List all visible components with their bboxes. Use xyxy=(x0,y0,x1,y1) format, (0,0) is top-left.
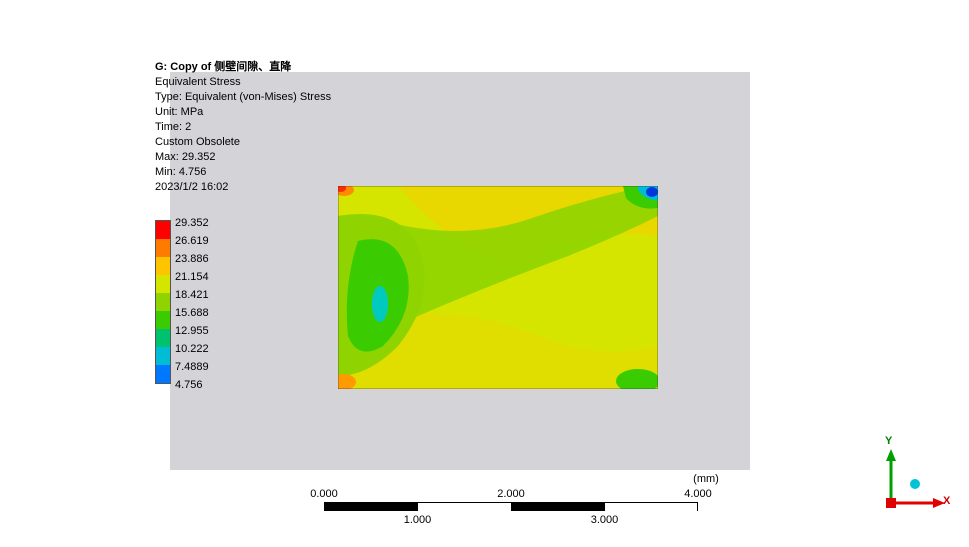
scale-seg xyxy=(605,503,698,511)
scale-axis xyxy=(324,502,698,512)
legend-seg-6 xyxy=(156,329,170,347)
scale-tick-4: 4.000 xyxy=(684,488,712,500)
legend-val-4: 18.421 xyxy=(175,286,209,304)
scale-unit: (mm) xyxy=(693,473,719,485)
color-legend: 29.352 26.619 23.886 21.154 18.421 15.68… xyxy=(155,220,171,384)
scale-bar: 0.000 2.000 4.000 (mm) 1.000 3.000 xyxy=(324,488,698,528)
orientation-triad[interactable]: Y X xyxy=(871,441,951,521)
stress-contour-plot[interactable] xyxy=(338,186,658,389)
result-info-block: G: Copy of 侧壁间隙、直降 Equivalent Stress Typ… xyxy=(155,60,331,195)
legend-seg-2 xyxy=(156,257,170,275)
scale-tick-1: 1.000 xyxy=(404,514,432,526)
result-type: Type: Equivalent (von-Mises) Stress xyxy=(155,90,331,105)
legend-val-0: 29.352 xyxy=(175,214,209,232)
analysis-title: G: Copy of 侧壁间隙、直降 xyxy=(155,60,331,75)
legend-seg-7 xyxy=(156,347,170,365)
scale-tick-0: 0.000 xyxy=(310,488,338,500)
legend-val-8: 7.4889 xyxy=(175,358,209,376)
legend-seg-8 xyxy=(156,365,170,383)
legend-val-3: 21.154 xyxy=(175,268,209,286)
legend-bar xyxy=(155,220,171,384)
triad-y-label: Y xyxy=(885,435,892,447)
result-time: Time: 2 xyxy=(155,120,331,135)
legend-labels: 29.352 26.619 23.886 21.154 18.421 15.68… xyxy=(175,214,209,394)
result-custom: Custom Obsolete xyxy=(155,135,331,150)
legend-val-2: 23.886 xyxy=(175,250,209,268)
legend-val-6: 12.955 xyxy=(175,322,209,340)
legend-seg-0 xyxy=(156,221,170,239)
result-unit: Unit: MPa xyxy=(155,105,331,120)
result-timestamp: 2023/1/2 16:02 xyxy=(155,180,331,195)
scale-seg xyxy=(324,503,418,511)
scale-seg xyxy=(512,503,605,511)
scale-tick-3: 3.000 xyxy=(591,514,619,526)
legend-seg-3 xyxy=(156,275,170,293)
result-min: Min: 4.756 xyxy=(155,165,331,180)
legend-seg-1 xyxy=(156,239,170,257)
legend-val-7: 10.222 xyxy=(175,340,209,358)
triad-x-label: X xyxy=(943,495,950,507)
result-max: Max: 29.352 xyxy=(155,150,331,165)
legend-val-5: 15.688 xyxy=(175,304,209,322)
scale-seg xyxy=(418,503,511,511)
legend-val-1: 26.619 xyxy=(175,232,209,250)
legend-seg-5 xyxy=(156,311,170,329)
legend-val-9: 4.756 xyxy=(175,376,209,394)
result-name: Equivalent Stress xyxy=(155,75,331,90)
scale-tick-2: 2.000 xyxy=(497,488,525,500)
legend-seg-4 xyxy=(156,293,170,311)
